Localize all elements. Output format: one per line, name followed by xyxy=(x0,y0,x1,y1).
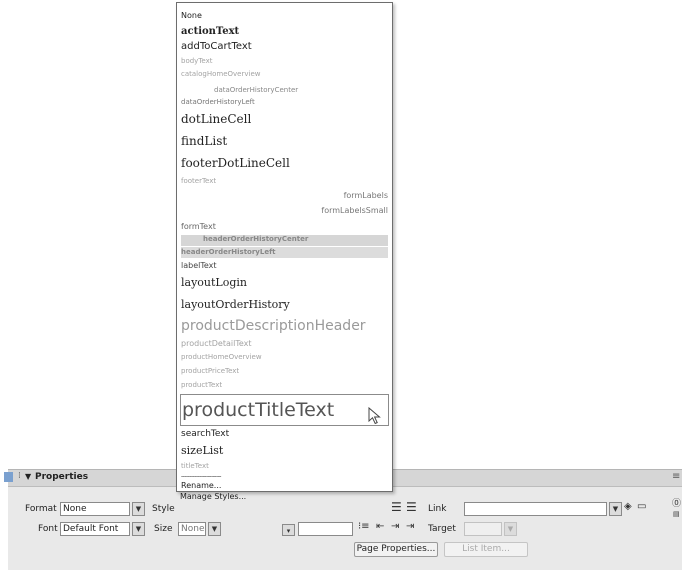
page-properties-button[interactable]: Page Properties... xyxy=(354,542,438,557)
style-dropdown-menu: None actionText addToCartText bodyText c… xyxy=(176,2,393,492)
gripper-dots-icon[interactable]: ⁞ xyxy=(18,471,21,481)
unordered-list-icon[interactable]: ☰ xyxy=(391,501,402,513)
menu-item-footertext[interactable]: footerText xyxy=(181,177,216,185)
menu-item-searchtext[interactable]: searchText xyxy=(181,429,229,439)
size-unit-dropdown[interactable]: ▾ xyxy=(282,524,295,536)
ordered-list-icon[interactable]: ⁝≡ xyxy=(358,521,370,533)
menu-item-manage-styles[interactable]: Manage Styles... xyxy=(180,492,246,501)
menu-item-dataorderhistoryleft[interactable]: dataOrderHistoryLeft xyxy=(181,98,255,106)
menu-item-dataorderhistorycenter[interactable]: dataOrderHistoryCenter xyxy=(214,86,298,94)
format-select[interactable]: None xyxy=(60,502,130,516)
menu-item-rename[interactable]: Rename... xyxy=(181,481,221,490)
menu-item-productdetailtext[interactable]: productDetailText xyxy=(181,339,252,348)
menu-item-headerorderhistoryleft[interactable]: headerOrderHistoryLeft xyxy=(181,248,275,256)
target-select[interactable] xyxy=(464,522,502,536)
target-dropdown-button[interactable]: ▼ xyxy=(504,522,517,536)
menu-item-headerorderhistorycenter[interactable]: headerOrderHistoryCenter xyxy=(203,235,308,243)
align-justify-icon[interactable]: ☰ xyxy=(406,501,417,513)
size-dropdown-button[interactable]: ▼ xyxy=(208,522,221,536)
collapse-arrow-icon[interactable]: ▼ xyxy=(25,472,31,481)
menu-item-producttext[interactable]: productText xyxy=(181,381,222,389)
menu-item-layoutlogin[interactable]: layoutLogin xyxy=(181,276,247,289)
link-dropdown-button[interactable]: ▼ xyxy=(609,502,622,516)
menu-item-productdescriptionheader[interactable]: productDescriptionHeader xyxy=(181,318,366,334)
menu-item-layoutorderhistory[interactable]: layoutOrderHistory xyxy=(181,298,290,311)
link-input[interactable] xyxy=(464,502,607,516)
menu-item-sizelist[interactable]: sizeList xyxy=(181,444,223,457)
panel-options-icon[interactable]: ≡ xyxy=(672,471,680,482)
menu-item-producttitletext: productTitleText xyxy=(182,399,335,421)
format-dropdown-button[interactable]: ▼ xyxy=(132,502,145,516)
size-select[interactable]: None xyxy=(178,522,206,536)
menu-item-formtext[interactable]: formText xyxy=(181,222,216,231)
style-label: Style xyxy=(152,504,175,514)
menu-item-actiontext[interactable]: actionText xyxy=(181,26,239,37)
font-dropdown-button[interactable]: ▼ xyxy=(132,522,145,536)
list-item-button[interactable]: List Item... xyxy=(444,542,528,557)
panel-grip-icon[interactable] xyxy=(4,472,13,482)
mouse-cursor-icon xyxy=(368,407,381,425)
properties-title: Properties xyxy=(35,472,89,482)
menu-item-dotlinecell[interactable]: dotLineCell xyxy=(181,112,251,126)
text-outdent-icon[interactable]: ⇤ xyxy=(376,521,384,533)
menu-item-none[interactable]: None xyxy=(181,11,202,20)
menu-item-footerdotlinecell[interactable]: footerDotLineCell xyxy=(181,156,290,170)
text-indent-icon[interactable]: ⇥ xyxy=(391,521,399,533)
menu-item-formlabelssmall[interactable]: formLabelsSmall xyxy=(321,206,388,215)
size-label: Size xyxy=(154,524,173,534)
font-select[interactable]: Default Font xyxy=(60,522,130,536)
format-label: Format xyxy=(25,504,57,514)
menu-item-findlist[interactable]: findList xyxy=(181,134,227,148)
menu-item-labeltext[interactable]: labelText xyxy=(181,261,217,270)
menu-item-formlabels[interactable]: formLabels xyxy=(344,191,388,200)
menu-separator: ------------------------ xyxy=(181,473,221,480)
menu-item-bodytext[interactable]: bodyText xyxy=(181,57,212,65)
menu-item-producttitletext-highlighted[interactable]: productTitleText xyxy=(180,394,389,426)
font-label: Font xyxy=(38,524,58,534)
menu-item-productpricetext[interactable]: productPriceText xyxy=(181,367,239,375)
link-label: Link xyxy=(428,504,447,514)
menu-item-producthomeoverview[interactable]: productHomeOverview xyxy=(181,353,262,361)
browse-folder-icon[interactable]: ▭ xyxy=(637,501,646,513)
indent-icon[interactable]: ⇥ xyxy=(406,521,414,533)
text-color-field[interactable] xyxy=(298,522,353,536)
menu-item-cataloghomeoverview[interactable]: catalogHomeOverview xyxy=(181,70,260,78)
point-to-file-icon[interactable]: ◈ xyxy=(624,501,632,513)
target-label: Target xyxy=(428,524,456,534)
menu-item-addtocarttext[interactable]: addToCartText xyxy=(181,41,252,52)
quick-tag-editor-icon[interactable]: ▤ xyxy=(673,508,680,520)
menu-item-titletext[interactable]: titleText xyxy=(181,462,209,470)
